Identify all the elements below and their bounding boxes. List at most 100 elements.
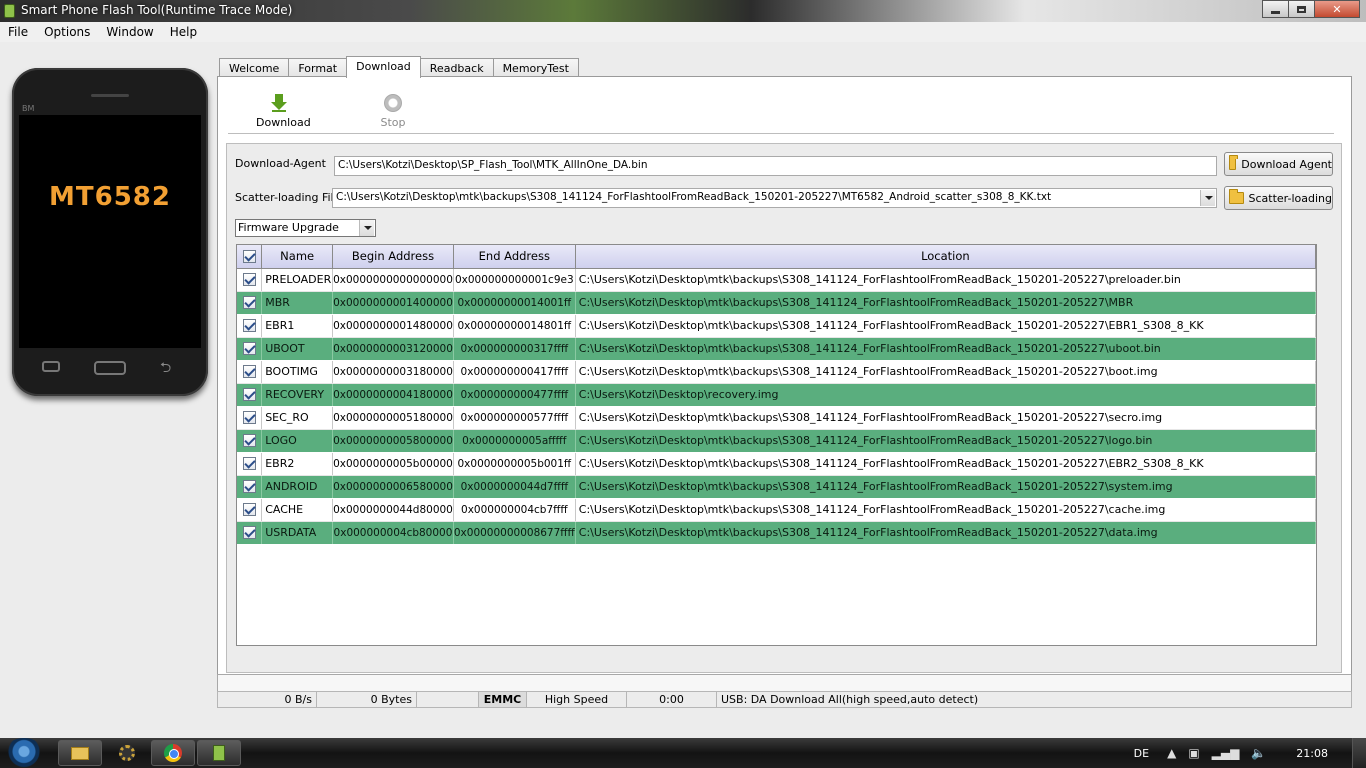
row-checkbox[interactable] (242, 480, 256, 494)
language-indicator[interactable]: DE (1134, 747, 1149, 760)
menu-window[interactable]: Window (98, 22, 161, 42)
row-checkbox-cell[interactable] (237, 314, 263, 338)
menu-help[interactable]: Help (162, 22, 205, 42)
partition-name: USRDATA (261, 521, 334, 545)
file-location[interactable]: C:\Users\Kotzi\Desktop\mtk\backups\S308_… (575, 337, 1316, 361)
window-title: Smart Phone Flash Tool(Runtime Trace Mod… (21, 3, 293, 17)
row-checkbox-cell[interactable] (237, 383, 263, 407)
tab-download[interactable]: Download (346, 56, 421, 78)
table-row[interactable]: UBOOT 0x0000000003120000 0x000000000317fff… (237, 337, 1316, 361)
scatter-loading-button-label: Scatter-loading (1248, 191, 1332, 205)
maximize-button[interactable] (1288, 0, 1315, 18)
select-all-checkbox[interactable] (242, 250, 256, 264)
column-header-end-address[interactable]: End Address (453, 245, 576, 269)
download-button[interactable]: Download (256, 94, 311, 129)
row-checkbox-cell[interactable] (237, 337, 263, 361)
phone-screen (19, 115, 201, 348)
tab-memorytest[interactable]: MemoryTest (492, 58, 579, 78)
table-row[interactable]: MBR 0x0000000001400000 0x00000000014001ff C… (237, 291, 1316, 315)
row-checkbox-cell[interactable] (237, 429, 263, 453)
row-checkbox-cell[interactable] (237, 406, 263, 430)
mode-select[interactable]: Firmware Upgrade (235, 219, 376, 237)
file-location[interactable]: C:\Users\Kotzi\Desktop\mtk\backups\S308_… (575, 268, 1316, 292)
download-agent-button[interactable]: Download Agent (1224, 152, 1333, 176)
file-location[interactable]: C:\Users\Kotzi\Desktop\mtk\backups\S308_… (575, 475, 1316, 499)
select-all-checkbox-cell[interactable] (237, 245, 263, 269)
row-checkbox-cell[interactable] (237, 268, 263, 292)
column-header-name[interactable]: Name (261, 245, 334, 269)
volume-icon[interactable]: 🔈 (1251, 746, 1266, 760)
table-row[interactable]: SEC_RO 0x0000000005180000 0x000000000577ff… (237, 406, 1316, 430)
row-checkbox[interactable] (242, 411, 256, 425)
table-row[interactable]: USRDATA 0x000000004cb80000 0x0000000000867… (237, 521, 1316, 545)
table-row[interactable]: LOGO 0x0000000005800000 0x0000000005afffff… (237, 429, 1316, 453)
chip-model-label: MT6582 (49, 182, 171, 212)
row-checkbox-cell[interactable] (237, 521, 263, 545)
close-button[interactable]: ✕ (1314, 0, 1360, 18)
menu-file[interactable]: File (0, 22, 36, 42)
row-checkbox-cell[interactable] (237, 360, 263, 384)
chevron-down-icon[interactable] (359, 220, 374, 236)
table-row[interactable]: EBR2 0x0000000005b00000 0x0000000005b001ff… (237, 452, 1316, 476)
table-row[interactable]: CACHE 0x0000000044d80000 0x000000004cb7fff… (237, 498, 1316, 522)
row-checkbox-cell[interactable] (237, 498, 263, 522)
end-address: 0x000000000417ffff (453, 360, 576, 384)
table-row[interactable]: RECOVERY 0x0000000004180000 0x000000000477… (237, 383, 1316, 407)
table-row[interactable]: EBR1 0x0000000001480000 0x00000000014801ff… (237, 314, 1316, 338)
file-location[interactable]: C:\Users\Kotzi\Desktop\mtk\backups\S308_… (575, 521, 1316, 545)
minimize-icon (1271, 10, 1280, 14)
partition-name: BOOTIMG (261, 360, 334, 384)
download-agent-label: Download-Agent (235, 157, 326, 170)
file-location[interactable]: C:\Users\Kotzi\Desktop\mtk\backups\S308_… (575, 498, 1316, 522)
tab-readback[interactable]: Readback (419, 58, 494, 78)
minimize-button[interactable] (1262, 0, 1289, 18)
row-checkbox[interactable] (242, 365, 256, 379)
signal-icon[interactable]: ▂▄▆ (1212, 746, 1240, 760)
file-location[interactable]: C:\Users\Kotzi\Desktop\mtk\backups\S308_… (575, 406, 1316, 430)
table-row[interactable]: BOOTIMG 0x0000000003180000 0x000000000417f… (237, 360, 1316, 384)
row-checkbox[interactable] (242, 503, 256, 517)
scatter-loading-button[interactable]: Scatter-loading (1224, 186, 1333, 210)
row-checkbox-cell[interactable] (237, 452, 263, 476)
download-agent-path-field[interactable]: C:\Users\Kotzi\Desktop\SP_Flash_Tool\MTK… (334, 156, 1217, 176)
taskbar-flash-tool[interactable] (197, 740, 241, 766)
row-checkbox[interactable] (242, 388, 256, 402)
clock[interactable]: 21:08 (1296, 747, 1328, 760)
taskbar-chrome[interactable] (151, 740, 195, 766)
row-checkbox[interactable] (242, 457, 256, 471)
row-checkbox-cell[interactable] (237, 291, 263, 315)
row-checkbox[interactable] (242, 434, 256, 448)
scatter-file-combobox[interactable]: C:\Users\Kotzi\Desktop\mtk\backups\S308_… (332, 188, 1217, 208)
gear-icon (119, 745, 135, 761)
row-checkbox[interactable] (242, 273, 256, 287)
row-checkbox[interactable] (242, 319, 256, 333)
taskbar-settings[interactable] (105, 740, 149, 766)
taskbar-explorer[interactable] (58, 740, 102, 766)
partition-rows: PRELOADER 0x0000000000000000 0x00000000000… (237, 268, 1316, 545)
device-icon[interactable]: ▣ (1188, 746, 1199, 760)
partition-name: LOGO (261, 429, 334, 453)
column-header-location[interactable]: Location (575, 245, 1316, 269)
file-location[interactable]: C:\Users\Kotzi\Desktop\mtk\backups\S308_… (575, 291, 1316, 315)
stop-button[interactable]: Stop (378, 94, 408, 129)
chevron-up-icon[interactable]: ▲ (1167, 746, 1176, 760)
row-checkbox[interactable] (242, 526, 256, 540)
file-location[interactable]: C:\Users\Kotzi\Desktop\mtk\backups\S308_… (575, 429, 1316, 453)
folder-icon (1229, 189, 1244, 204)
show-desktop-button[interactable] (1352, 738, 1366, 768)
file-location[interactable]: C:\Users\Kotzi\Desktop\mtk\backups\S308_… (575, 360, 1316, 384)
file-location[interactable]: C:\Users\Kotzi\Desktop\mtk\backups\S308_… (575, 314, 1316, 338)
row-checkbox-cell[interactable] (237, 475, 263, 499)
start-button[interactable] (4, 738, 44, 768)
row-checkbox[interactable] (242, 342, 256, 356)
column-header-begin-address[interactable]: Begin Address (332, 245, 454, 269)
tab-format[interactable]: Format (288, 58, 348, 78)
row-checkbox[interactable] (242, 296, 256, 310)
file-location[interactable]: C:\Users\Kotzi\Desktop\mtk\backups\S308_… (575, 452, 1316, 476)
table-row[interactable]: PRELOADER 0x0000000000000000 0x00000000000… (237, 268, 1316, 292)
file-location[interactable]: C:\Users\Kotzi\Desktop\recovery.img (575, 383, 1316, 407)
menu-options[interactable]: Options (36, 22, 98, 42)
chevron-down-icon[interactable] (1200, 190, 1215, 206)
tab-welcome[interactable]: Welcome (219, 58, 290, 78)
table-row[interactable]: ANDROID 0x0000000006580000 0x0000000044d7f… (237, 475, 1316, 499)
